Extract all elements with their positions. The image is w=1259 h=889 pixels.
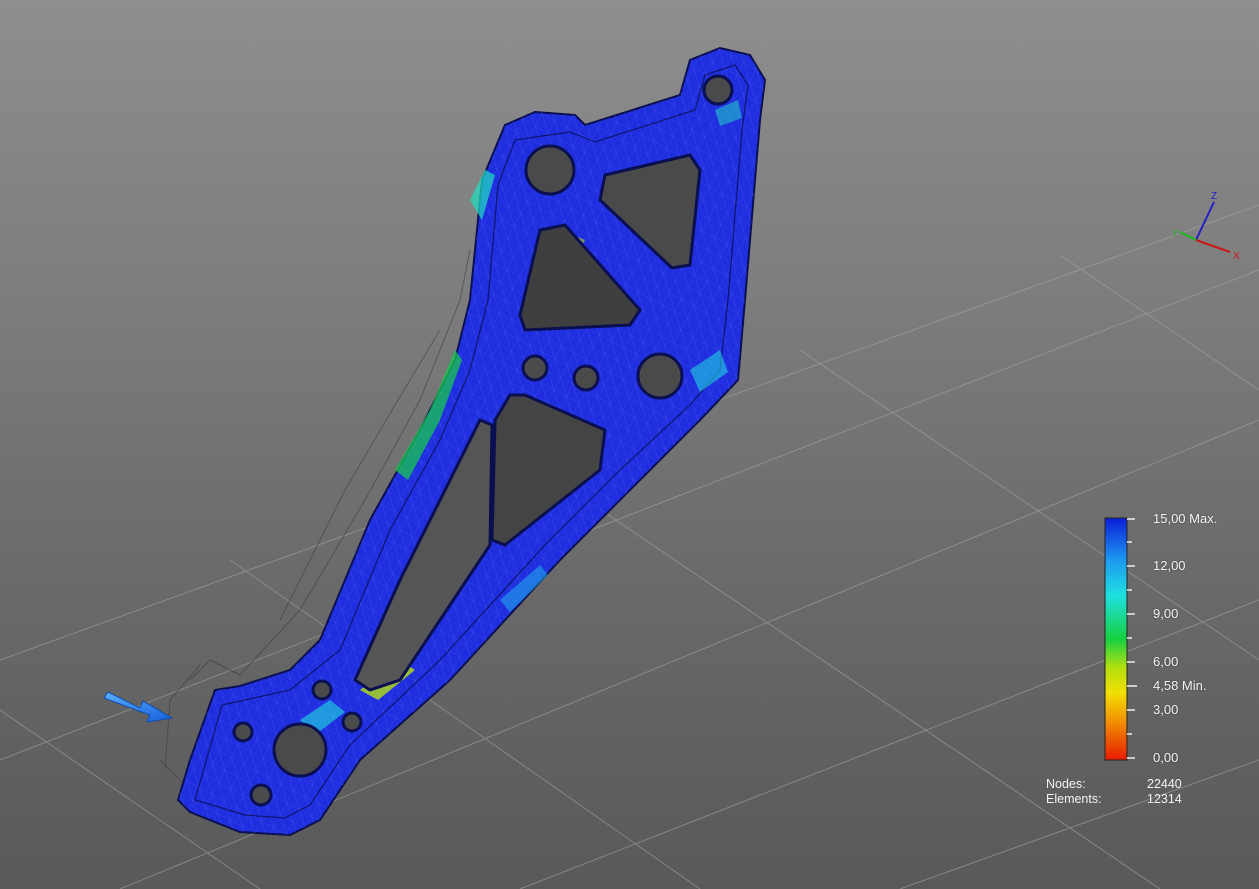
nodes-label: Nodes:	[1046, 777, 1086, 791]
legend-color-bar	[1104, 517, 1137, 761]
legend-tick-6: 6,00	[1153, 654, 1179, 669]
axis-z-label: Z	[1211, 191, 1217, 202]
legend-min-label: 4,58 Min.	[1153, 678, 1207, 693]
axis-x-label: X	[1233, 251, 1240, 262]
legend-tick-0: 0,00	[1153, 750, 1179, 765]
legend-tick-9: 9,00	[1153, 606, 1179, 621]
legend-tick-3: 3,00	[1153, 702, 1179, 717]
bracket-part[interactable]	[176, 46, 767, 837]
3d-viewport[interactable]: Z X Y	[0, 0, 1259, 889]
legend-max-label: 15,00 Max.	[1153, 511, 1218, 526]
legend-tick-12: 12,00	[1153, 558, 1186, 573]
elements-label: Elements:	[1046, 792, 1102, 806]
nodes-value: 22440	[1147, 777, 1182, 791]
axis-y-label: Y	[1172, 228, 1178, 238]
elements-value: 12314	[1147, 792, 1182, 806]
axis-triad-icon[interactable]: Z X Y	[1172, 191, 1240, 262]
